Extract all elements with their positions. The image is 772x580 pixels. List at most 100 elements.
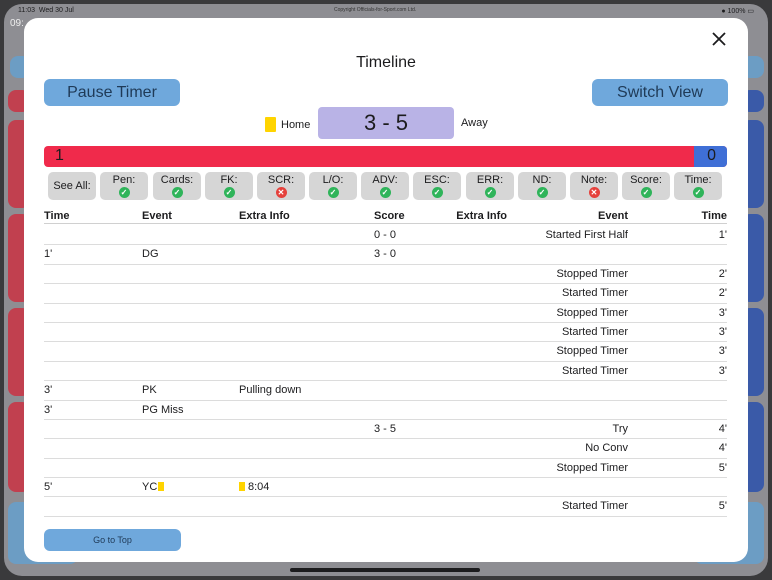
filter-chip[interactable]: FK: ✓ [205, 172, 253, 200]
filter-chip[interactable]: L/O: ✓ [309, 172, 357, 200]
row-right-event-text: Started First Half [545, 229, 628, 241]
timeline-row: 3 - 5 Try 4' [44, 420, 727, 440]
row-right-event: No Conv [585, 442, 628, 454]
row-right-event: Stopped Timer [556, 307, 628, 319]
row-right-event: Started First Half [545, 229, 628, 241]
away-label: Away [461, 117, 488, 129]
row-right-event: Stopped Timer [556, 462, 628, 474]
row-right-event-text: Started Timer [561, 500, 628, 513]
home-possession-value: 1 [55, 147, 64, 164]
check-icon: ✓ [431, 187, 443, 198]
timeline-row: Started Timer 3' [44, 362, 727, 382]
row-right-time-text: 4' [718, 442, 727, 455]
row-left-time-text: 3' [44, 403, 53, 416]
away-possession-value: 0 [707, 147, 716, 164]
filter-chip[interactable]: Note: ✕ [570, 172, 618, 200]
close-icon [712, 32, 726, 46]
filter-chip[interactable]: SCR: ✕ [257, 172, 305, 200]
filter-label: Note: [580, 174, 608, 186]
row-right-time-text: 1' [718, 229, 727, 241]
filter-chip[interactable]: See All: [48, 172, 96, 200]
row-right-event: Started Timer [562, 287, 628, 299]
timeline-header: Time Event Extra Info Score Extra Info E… [44, 208, 727, 224]
header-left-extra: Extra Info [239, 210, 290, 222]
filter-chip[interactable]: ERR: ✓ [466, 172, 514, 200]
filter-chip[interactable]: Cards: ✓ [153, 172, 201, 200]
row-right-event-text: Stopped Timer [556, 306, 628, 319]
row-score: 3 - 0 [374, 248, 396, 260]
row-score-text: 3 - 5 [374, 422, 397, 435]
status-time: 11:03 Wed 30 Jul [18, 7, 74, 14]
row-right-time-text: 3' [718, 345, 727, 358]
pause-timer-button[interactable]: Pause Timer [44, 79, 180, 106]
yellow-card-icon [239, 482, 245, 492]
row-right-time-text: 2' [718, 287, 727, 300]
filter-label: ERR: [476, 174, 504, 186]
row-left-time: 3' [44, 404, 52, 416]
check-icon: ✓ [640, 187, 652, 198]
row-right-time: 2' [719, 287, 727, 299]
row-left-event-text: DG [142, 248, 159, 261]
row-right-time-text: 3' [718, 306, 727, 319]
timeline-row: Stopped Timer 3' [44, 304, 727, 323]
timeline-row: 3' PG Miss [44, 401, 727, 420]
row-right-time: 3' [719, 345, 727, 357]
switch-view-button[interactable]: Switch View [592, 79, 728, 106]
row-left-extra: Pulling down [239, 384, 301, 396]
row-score-text: 3 - 0 [374, 248, 397, 261]
filter-chip[interactable]: Pen: ✓ [100, 172, 148, 200]
filter-chip[interactable]: ND: ✓ [518, 172, 566, 200]
timeline-modal: Timeline Pause Timer Switch View Home 3 … [24, 18, 748, 562]
check-icon: ✓ [118, 187, 130, 198]
row-right-event-text: Started Timer [561, 287, 628, 300]
row-left-event: PK [142, 384, 157, 396]
timeline-row: Started Timer 3' [44, 323, 727, 343]
row-left-event: PG Miss [142, 404, 184, 416]
row-right-event-text: Stopped Timer [556, 461, 628, 474]
filter-label: ND: [532, 174, 552, 186]
row-score: 0 - 0 [374, 229, 396, 241]
row-right-event-text: No Conv [585, 442, 628, 455]
check-icon: ✓ [327, 187, 339, 198]
row-left-time-text: 5' [44, 481, 53, 494]
filter-chip[interactable]: Score: ✓ [622, 172, 670, 200]
timeline-row: Started Timer 2' [44, 284, 727, 304]
row-left-extra-text: Pulling down [239, 384, 302, 397]
row-left-time-text: 3' [44, 384, 53, 397]
row-right-event: Started Timer [562, 365, 628, 377]
check-icon: ✓ [379, 187, 391, 198]
filter-chip[interactable]: Time: ✓ [674, 172, 722, 200]
row-right-time: 4' [719, 423, 727, 435]
row-right-event: Started Timer [562, 326, 628, 338]
filter-label: SCR: [267, 174, 295, 186]
row-right-time: 3' [719, 365, 727, 377]
close-button[interactable] [710, 30, 728, 48]
filter-label: See All: [53, 180, 91, 192]
timeline-list[interactable]: 0 - 0 Started First Half 1' 1' DG 3 - 0 Stoppe… [44, 226, 727, 526]
header-right-time: Time [701, 210, 727, 222]
timeline-row: 5' YC 8:04 [44, 478, 727, 498]
row-right-event-text: Started Timer [561, 325, 628, 338]
header-left-time: Time [44, 210, 70, 222]
filter-label: Time: [684, 174, 712, 186]
filter-label: Pen: [112, 174, 136, 186]
filter-chip[interactable]: ESC: ✓ [413, 172, 461, 200]
row-left-time: 1' [44, 248, 52, 260]
modal-title: Timeline [356, 54, 416, 71]
row-right-event: Try [613, 423, 628, 435]
header-right-extra: Extra Info [456, 210, 507, 222]
row-left-event: YC [142, 481, 165, 493]
home-label: Home [281, 119, 311, 131]
filter-chip[interactable]: ADV: ✓ [361, 172, 409, 200]
home-indicator [290, 568, 480, 572]
header-right-event: Event [598, 210, 628, 222]
row-left-time: 3' [44, 384, 52, 396]
filter-label: Score: [630, 174, 662, 186]
row-left-time: 5' [44, 481, 52, 493]
timeline-row: Started Timer 5' [44, 497, 727, 517]
row-right-time-text: 3' [718, 364, 727, 377]
go-to-top-button[interactable]: Go to Top [44, 529, 181, 551]
row-right-time-text: 4' [718, 422, 727, 435]
row-right-time: 1' [719, 229, 727, 241]
check-icon: ✓ [171, 187, 183, 198]
